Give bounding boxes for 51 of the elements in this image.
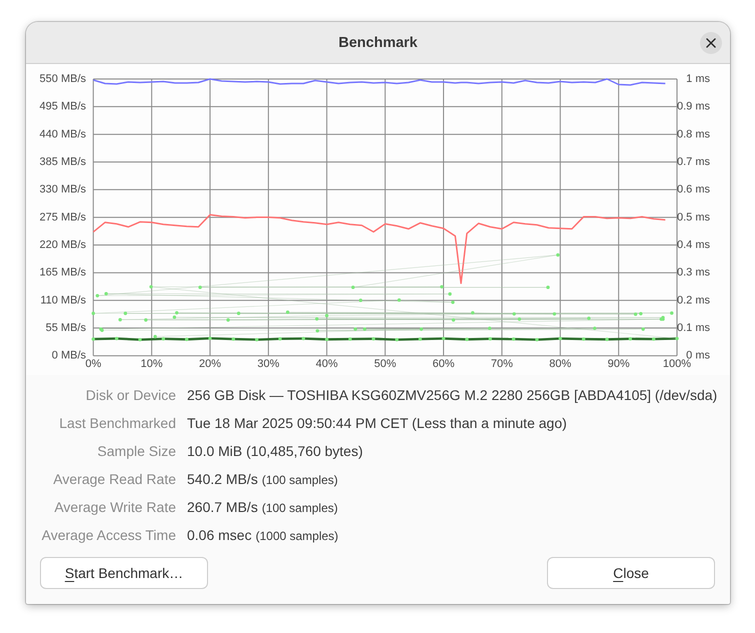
axis-label: 0.9 ms xyxy=(676,100,710,113)
axis-label: 0.7 ms xyxy=(676,156,710,168)
axis-label: 110 MB/s xyxy=(40,294,86,306)
detail-label: Sample Size xyxy=(97,443,176,459)
detail-value: 260.7 MB/s xyxy=(187,499,258,515)
axis-label: 90% xyxy=(608,358,630,370)
axis-label: 0.3 ms xyxy=(676,266,710,279)
detail-value: Tue 18 Mar 2025 09:50:44 PM CET (Less than a minute ago) xyxy=(187,415,567,431)
detail-value: 256 GB Disk — TOSHIBA KSG60ZMV256G M.2 2280 256GB [ABDA4105] (/dev/sda) xyxy=(187,387,718,403)
axis-label: 275 MB/s xyxy=(40,211,86,224)
axis-label: 495 MB/s xyxy=(40,100,86,113)
axis-label: 1 ms xyxy=(686,73,710,85)
axis-label: 385 MB/s xyxy=(40,156,86,168)
detail-label: Average Write Rate xyxy=(54,499,176,515)
axis-label: 30% xyxy=(257,358,280,370)
axis-label: 80% xyxy=(549,358,572,370)
axis-label: 60% xyxy=(432,358,455,370)
axis-label: 0.2 ms xyxy=(676,294,710,306)
axis-label: 0.8 ms xyxy=(676,128,710,140)
axis-label: 55 MB/s xyxy=(46,322,86,334)
axis-label: 165 MB/s xyxy=(40,266,86,279)
axis-label: 0.4 ms xyxy=(676,239,710,252)
sample-count: (1000 samples) xyxy=(256,529,338,543)
axis-label: 550 MB/s xyxy=(40,73,86,85)
detail-label: Disk or Device xyxy=(86,387,176,403)
axis-label: 440 MB/s xyxy=(40,128,86,140)
detail-value: 0.06 msec xyxy=(187,527,252,543)
close-icon xyxy=(706,38,716,48)
window-title: Benchmark xyxy=(338,34,418,50)
start-benchmark-button[interactable]: Start Benchmark… xyxy=(40,557,208,589)
axis-label: 0.1 ms xyxy=(676,322,710,334)
axis-label: 70% xyxy=(490,358,513,370)
axis-label: 0.6 ms xyxy=(676,184,710,196)
detail-value: 540.2 MB/s xyxy=(187,471,258,487)
close-dialog-button[interactable]: Close xyxy=(547,557,715,589)
detail-label: Last Benchmarked xyxy=(59,415,176,431)
axis-label: 40% xyxy=(316,358,338,370)
axis-label: 20% xyxy=(199,358,222,370)
axis-label: 330 MB/s xyxy=(40,184,86,196)
axis-label: 0 MB/s xyxy=(52,350,86,362)
axis-label: 50% xyxy=(374,358,396,370)
axis-label: 0.5 ms xyxy=(676,211,710,224)
sample-count: (100 samples) xyxy=(262,501,338,515)
detail-label: Average Read Rate xyxy=(53,471,176,487)
close-button[interactable] xyxy=(700,32,722,54)
detail-value: 10.0 MiB (10,485,760 bytes) xyxy=(187,443,363,459)
axis-label: 10% xyxy=(140,358,163,370)
detail-label: Average Access Time xyxy=(42,527,176,543)
axis-label: 220 MB/s xyxy=(40,239,86,252)
axis-label: 0% xyxy=(85,358,102,370)
sample-count: (100 samples) xyxy=(262,473,338,487)
